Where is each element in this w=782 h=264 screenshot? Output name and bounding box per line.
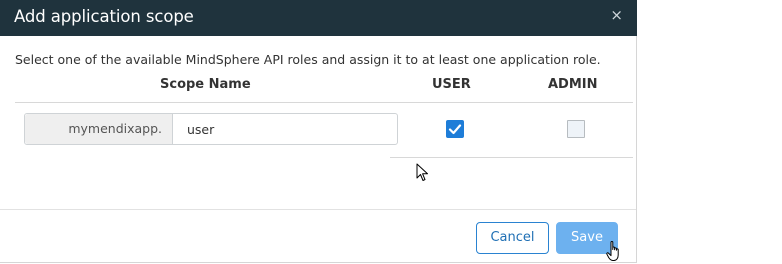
arrow-cursor-icon [416,163,428,181]
add-application-scope-dialog: Add application scope × Select one of th… [0,0,637,263]
user-role-checkbox[interactable] [446,120,464,138]
column-header-scope-name: Scope Name [160,77,251,92]
hand-cursor-icon [606,240,619,261]
footer-divider [0,209,636,210]
dialog-description: Select one of the available MindSphere A… [15,52,601,67]
cancel-button[interactable]: Cancel [476,222,549,254]
column-header-user: USER [432,77,471,92]
close-icon[interactable]: × [610,6,623,24]
column-header-admin: ADMIN [548,77,598,92]
scope-name-field: mymendixapp. [24,113,398,145]
table-row-divider [390,157,633,158]
admin-role-checkbox[interactable] [567,120,585,138]
table-header-divider [15,102,633,103]
scope-prefix: mymendixapp. [25,114,173,144]
dialog-titlebar: Add application scope × [0,0,637,36]
dialog-title: Add application scope [14,7,194,26]
check-icon [448,124,462,135]
scope-name-input[interactable] [175,114,395,144]
